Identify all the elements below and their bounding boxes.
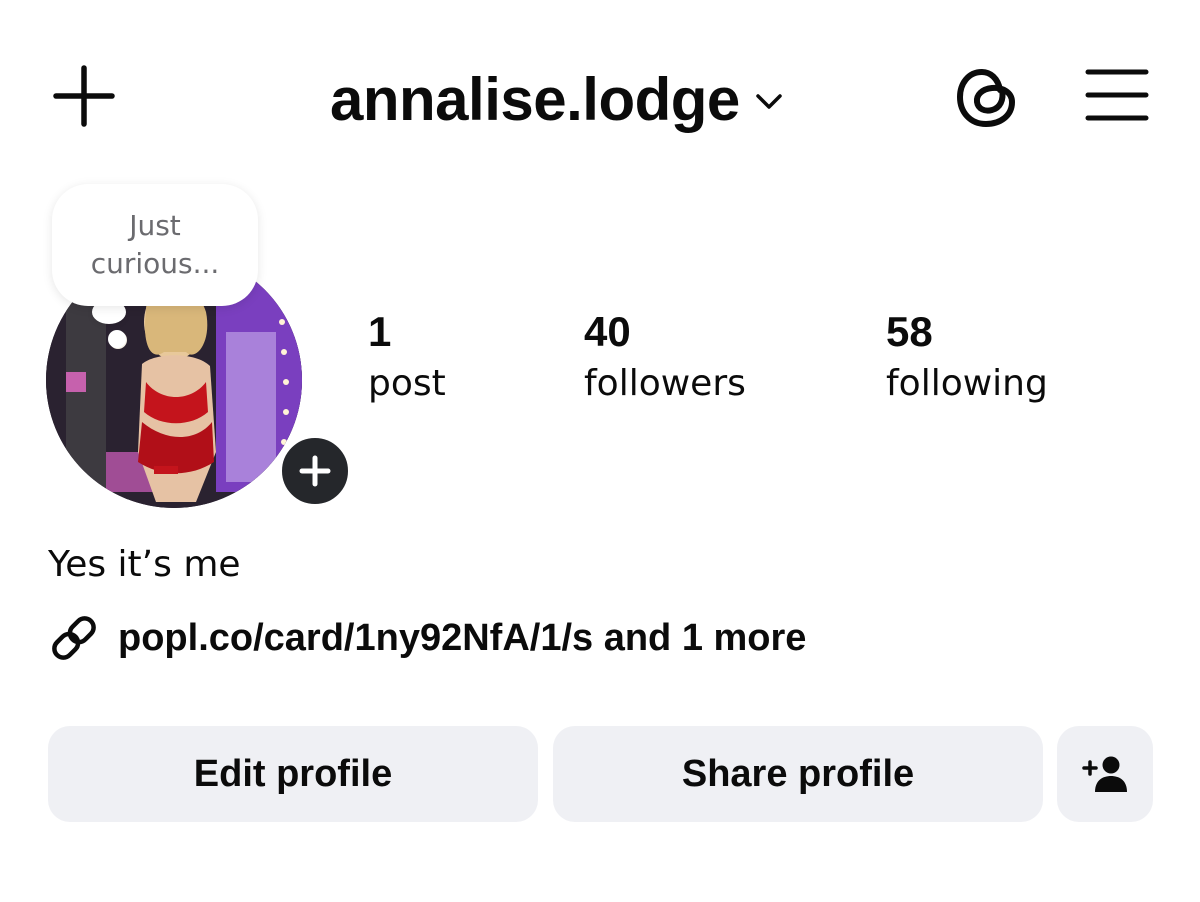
bio-text: Yes it’s me xyxy=(48,544,241,585)
link-icon xyxy=(52,616,96,660)
share-profile-button[interactable]: Share profile xyxy=(553,726,1043,822)
add-story-button[interactable] xyxy=(276,432,354,510)
threads-icon[interactable] xyxy=(952,60,1022,132)
chevron-down-icon xyxy=(754,86,784,116)
note-line-2: curious... xyxy=(90,247,220,280)
following-stat[interactable]: 58 following xyxy=(886,308,1048,412)
hamburger-menu-icon[interactable] xyxy=(1084,66,1150,124)
following-count: 58 xyxy=(886,308,933,355)
posts-count: 1 xyxy=(368,308,392,355)
create-plus-icon[interactable] xyxy=(50,62,118,130)
share-profile-label: Share profile xyxy=(681,752,915,795)
profile-note[interactable]: Just curious... xyxy=(52,184,258,306)
followers-label: followers xyxy=(584,363,746,404)
note-bubble-tail-dot xyxy=(108,330,126,348)
posts-stat[interactable]: 1 post xyxy=(368,308,446,412)
add-person-icon xyxy=(1082,756,1127,792)
followers-count: 40 xyxy=(584,308,631,355)
posts-label: post xyxy=(368,363,446,404)
plus-icon xyxy=(299,455,331,487)
username-title: annalise.lodge xyxy=(330,66,740,133)
bio-link-text: popl.co/card/1ny92NfA/1/s and 1 more xyxy=(118,616,807,659)
account-switcher[interactable]: annalise.lodge xyxy=(330,60,784,140)
note-line-1: Just xyxy=(129,209,181,242)
discover-people-button[interactable] xyxy=(1057,726,1153,822)
edit-profile-label: Edit profile xyxy=(193,752,393,795)
profile-page: annalise.lodge Just curious... 1 post 40… xyxy=(0,0,1200,902)
edit-profile-button[interactable]: Edit profile xyxy=(48,726,538,822)
bio-link[interactable]: popl.co/card/1ny92NfA/1/s and 1 more xyxy=(48,612,806,664)
following-label: following xyxy=(886,363,1048,404)
followers-stat[interactable]: 40 followers xyxy=(584,308,746,412)
